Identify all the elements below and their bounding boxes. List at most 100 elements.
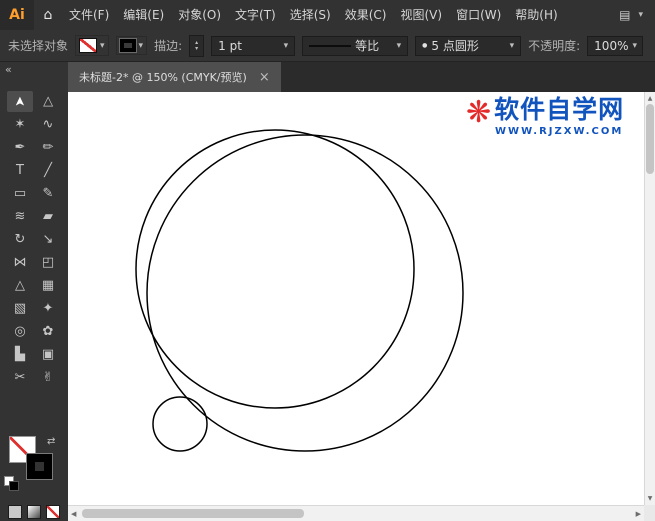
scroll-right-icon[interactable]: ▶ [636,510,641,518]
collapse-panel-button[interactable]: « [0,62,68,80]
document-title: 未标题-2* @ 150% (CMYK/预览) [79,71,247,84]
none-mode-button[interactable] [46,505,60,519]
menu-object[interactable]: 对象(O) [171,0,228,30]
paintbrush-tool[interactable]: ✎ [35,183,61,204]
fill-color-dropdown[interactable]: ▾ [75,35,109,56]
brush-value: 5 点圆形 [431,39,479,53]
tools-grid: ➤ ▷ ✶ ∿ ✒ ✏ T ╱ ▭ ✎ ≋ ▰ ↻ ↘ ⋈ ◰ △ ▦ ▧ ✦ ◎ ✿ ▙ ▣ ✂ ✌ [6,90,62,389]
magic-wand-tool[interactable]: ✶ [7,114,33,135]
watermark-subtitle: WWW.RJZXW.COM [495,125,624,137]
control-bar: 未选择对象 ▾ ▾ 描边: ▴ ▾ 1 pt ▾ 等比 ▾ ● 5 点圆形 ▾ … [0,30,655,62]
chevron-down-icon: ▾ [138,40,144,51]
profile-value: 等比 [355,39,380,53]
chevron-down-icon[interactable]: ▾ [638,10,643,20]
color-mode-button[interactable] [8,505,22,519]
free-transform-tool[interactable]: ◰ [35,252,61,273]
chevron-down-icon: ▾ [509,40,515,51]
swap-fill-stroke-icon[interactable]: ⇄ [47,436,55,447]
shaper-tool[interactable]: ≋ [7,206,33,227]
scroll-down-icon[interactable]: ▼ [645,495,655,502]
app-logo[interactable]: Ai [0,0,34,30]
menu-edit[interactable]: 编辑(E) [116,0,171,30]
brush-preview-icon: ● [422,42,428,49]
stroke-color-dropdown[interactable]: ▾ [115,36,148,55]
chevron-down-icon: ▾ [396,40,402,51]
gradient-tool[interactable]: ▧ [7,298,33,319]
menu-effect[interactable]: 效果(C) [338,0,394,30]
artboard-tool[interactable]: ▣ [35,344,61,365]
stroke-label: 描边: [154,39,183,53]
direct-selection-tool[interactable]: ▷ [35,91,61,112]
gradient-mode-button[interactable] [27,505,41,519]
menu-window[interactable]: 窗口(W) [449,0,508,30]
scroll-up-icon[interactable]: ▲ [645,95,655,102]
lasso-tool[interactable]: ∿ [35,114,61,135]
vertical-scrollbar[interactable]: ▲ ▼ [644,92,655,505]
eraser-tool[interactable]: ▰ [35,206,61,227]
menu-view[interactable]: 视图(V) [393,0,449,30]
document-tab-bar: 未标题-2* @ 150% (CMYK/预览) × [68,62,655,93]
selection-status: 未选择对象 [8,39,69,53]
blend-tool[interactable]: ◎ [7,321,33,342]
menubar-right: ▤ ▾ [619,8,655,22]
fill-none-swatch [79,38,98,53]
vertical-scroll-thumb[interactable] [646,104,654,174]
type-tool[interactable]: T [7,160,33,181]
slice-tool[interactable]: ✂ [7,367,33,388]
column-graph-tool[interactable]: ▙ [7,344,33,365]
stroke-width-select[interactable]: 1 pt ▾ [211,35,296,56]
width-tool[interactable]: ⋈ [7,252,33,273]
opacity-value: 100% [594,38,629,53]
perspective-grid-tool[interactable]: △ [7,275,33,296]
menu-select[interactable]: 选择(S) [283,0,338,30]
curvature-tool[interactable]: ✏ [35,137,61,158]
paint-mode-buttons [8,505,60,519]
rectangle-tool[interactable]: ▭ [7,183,33,204]
stroke-width-value: 1 pt [218,38,242,53]
document-tab[interactable]: 未标题-2* @ 150% (CMYK/预览) × [68,62,281,92]
width-profile-select[interactable]: 等比 ▾ [302,35,409,56]
artwork-svg [135,129,464,452]
menu-help[interactable]: 帮助(H) [508,0,564,30]
line-segment-tool[interactable]: ╱ [35,160,61,181]
stroke-color-swatch [119,39,136,52]
home-icon[interactable]: ⌂ [34,7,62,23]
stepper-down-icon[interactable]: ▾ [195,45,198,52]
circle-path-2[interactable] [146,134,464,452]
illustrator-window: { "menubar": { "logo": "Ai", "items": ["… [0,0,655,521]
stroke-width-stepper[interactable]: ▴ ▾ [189,34,205,57]
chevron-down-icon: ▾ [632,40,638,51]
default-stroke-mini [9,481,19,491]
watermark-title: 软件自学网 [494,95,625,124]
menu-file[interactable]: 文件(F) [62,0,116,30]
horizontal-scrollbar[interactable]: ◀ ▶ [68,505,644,521]
circle-path-1[interactable] [135,129,415,409]
mesh-tool[interactable]: ▦ [35,275,61,296]
menu-bar: Ai ⌂ 文件(F) 编辑(E) 对象(O) 文字(T) 选择(S) 效果(C)… [0,0,655,31]
menu-type[interactable]: 文字(T) [228,0,283,30]
eyedropper-tool[interactable]: ✦ [35,298,61,319]
scrollbar-corner [644,505,655,521]
watermark-logo-icon: ❋ [466,95,492,130]
hand-tool[interactable]: ✌ [35,367,61,388]
scroll-left-icon[interactable]: ◀ [71,510,76,518]
brush-definition-select[interactable]: ● 5 点圆形 ▾ [415,35,522,56]
tools-panel: « ➤ ▷ ✶ ∿ ✒ ✏ T ╱ ▭ ✎ ≋ ▰ ↻ ↘ ⋈ ◰ △ ▦ ▧ ✦ ◎ ✿ ▙ ▣ ✂ ✌ ⇄ [0,62,69,521]
workspace-switcher-icon[interactable]: ▤ [619,8,630,22]
rotate-tool[interactable]: ↻ [7,229,33,250]
fill-stroke-swatches: ⇄ [0,434,68,498]
circle-path-3[interactable] [152,396,208,452]
horizontal-scroll-thumb[interactable] [82,509,304,518]
chevron-down-icon: ▾ [100,40,105,51]
opacity-label: 不透明度: [528,39,581,53]
stroke-swatch[interactable] [27,454,52,479]
watermark: ❋ 软件自学网 WWW.RJZXW.COM [466,95,625,137]
pen-tool[interactable]: ✒ [7,137,33,158]
scale-tool[interactable]: ↘ [35,229,61,250]
symbol-sprayer-tool[interactable]: ✿ [35,321,61,342]
canvas-artboard[interactable]: ❋ 软件自学网 WWW.RJZXW.COM [68,92,644,505]
close-tab-icon[interactable]: × [259,70,270,85]
default-fill-stroke-icon[interactable] [4,476,19,491]
selection-tool[interactable]: ➤ [7,91,33,112]
opacity-select[interactable]: 100% ▾ [587,35,644,56]
